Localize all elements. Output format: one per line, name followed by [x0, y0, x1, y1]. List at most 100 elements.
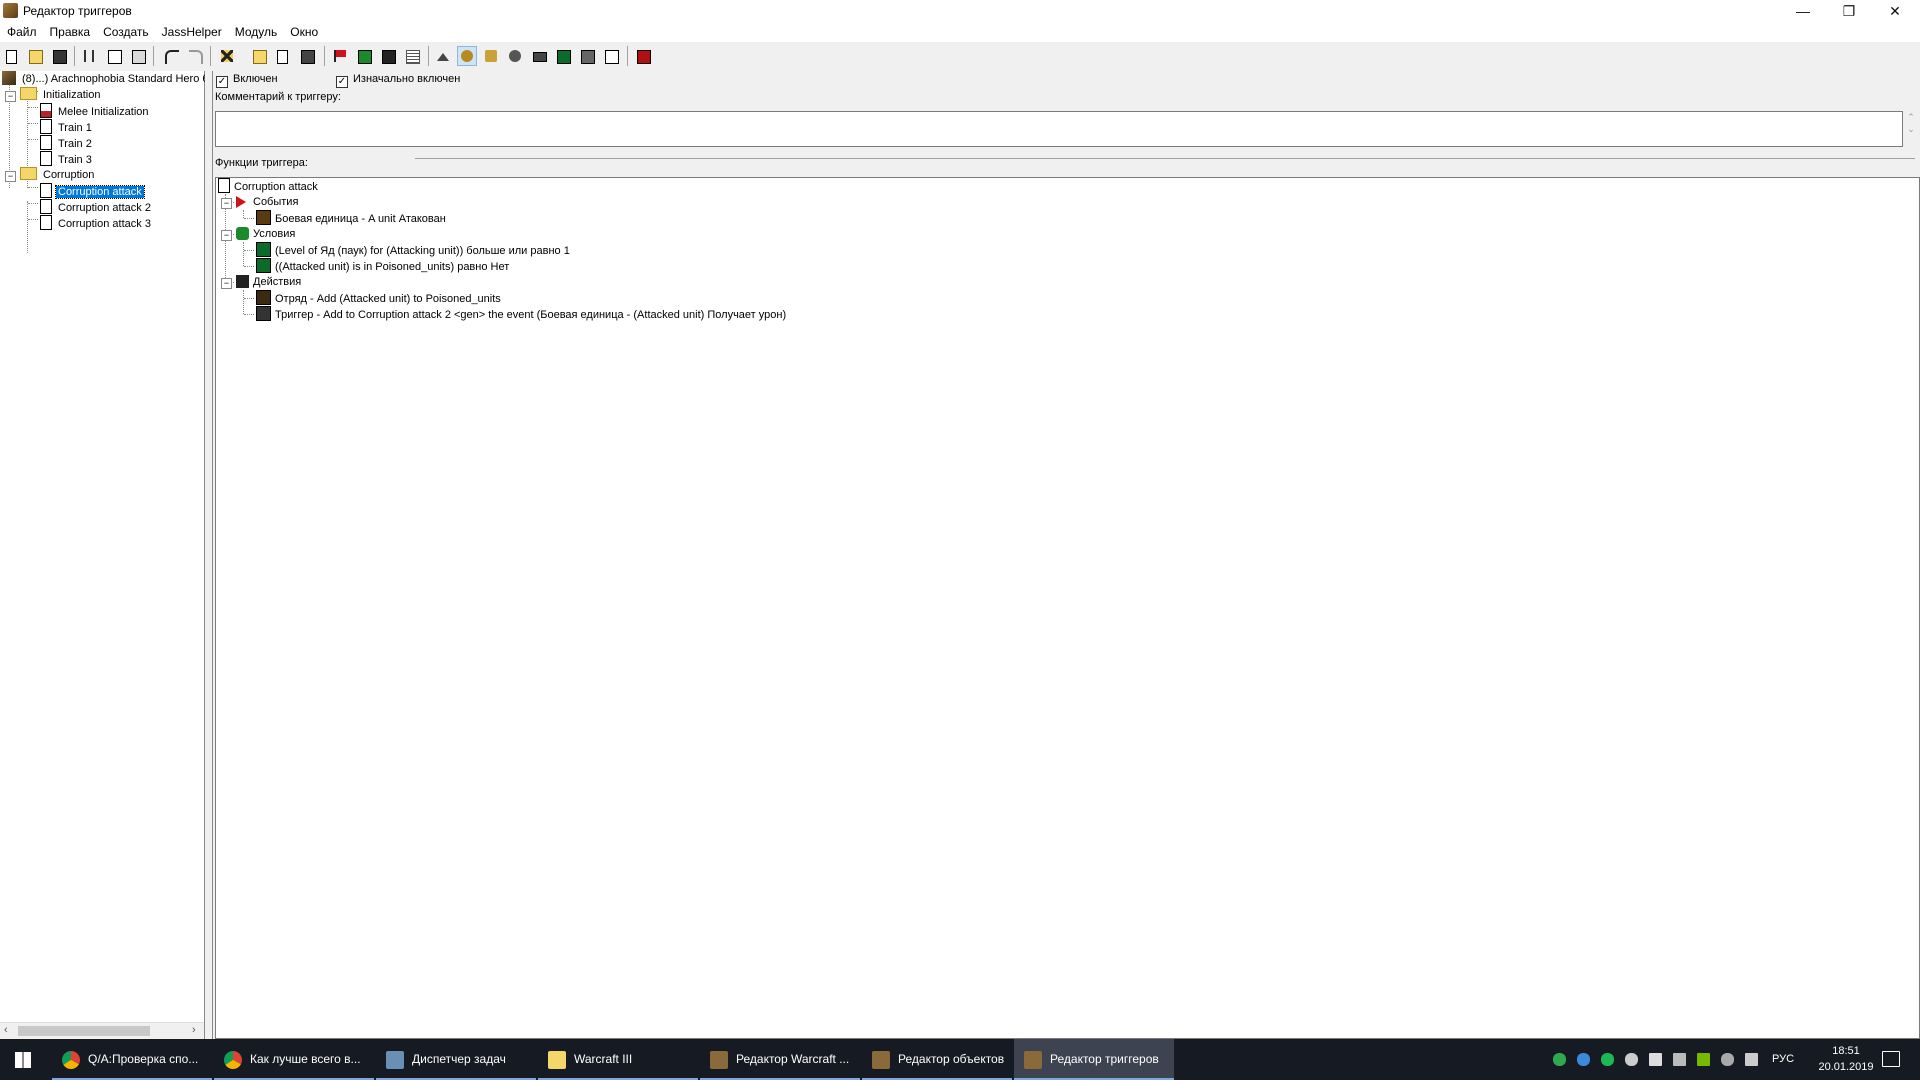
tree-item-label-selected: Corruption attack — [55, 185, 145, 199]
terrain-editor-button[interactable] — [434, 47, 452, 65]
comment-scrollbar[interactable]: ⌃ ⌄ — [1904, 111, 1918, 147]
battery-icon[interactable] — [1673, 1053, 1686, 1066]
clock-date[interactable]: 20.01.2019 — [1816, 1061, 1876, 1073]
restore-button[interactable]: ❐ — [1826, 0, 1872, 22]
tree-map-root[interactable]: (8)...) Arachnophobia Standard Hero 6 — [2, 71, 211, 87]
task-trigger-editor[interactable]: Редактор триггеров — [1014, 1039, 1174, 1080]
tree-horizontal-scrollbar[interactable]: ‹ › — [0, 1022, 204, 1039]
test-map-button[interactable] — [634, 47, 652, 65]
enabled-checkbox[interactable]: ✓ Включен — [216, 72, 278, 88]
folder-open-icon — [20, 87, 37, 100]
cut-button[interactable] — [81, 47, 99, 65]
tree-item-corruption-attack[interactable]: Corruption attack — [40, 183, 145, 199]
delete-button[interactable] — [218, 47, 236, 65]
save-button[interactable] — [50, 47, 68, 65]
clock-time[interactable]: 18:51 — [1816, 1045, 1876, 1057]
tree-category-initialization[interactable]: Initialization — [20, 87, 102, 103]
new-action-button[interactable] — [379, 47, 397, 65]
trigger-functions-tree[interactable]: Corruption attack − События Боевая едини… — [215, 177, 1920, 1039]
tray-window-icon[interactable] — [1649, 1053, 1662, 1066]
new-trigger-button[interactable] — [274, 47, 292, 65]
condition-text: ((Attacked unit) is in Poisoned_units) р… — [275, 261, 510, 273]
tray-shield-icon[interactable] — [1601, 1053, 1614, 1066]
trigger-doc-icon — [40, 119, 52, 134]
condition-row[interactable]: (Level of Яд (паук) for (Attacking unit)… — [256, 242, 570, 258]
menu-file[interactable]: Файл — [0, 22, 43, 39]
notifications-icon[interactable] — [1882, 1051, 1900, 1067]
unit-event-icon — [256, 210, 271, 225]
wifi-icon[interactable] — [1721, 1053, 1734, 1066]
condition-row[interactable]: ((Attacked unit) is in Poisoned_units) р… — [256, 258, 509, 274]
tree-item-melee-initialization[interactable]: Melee Initialization — [40, 103, 151, 119]
task-warcraft-editor[interactable]: Редактор Warcraft ... — [700, 1039, 860, 1080]
tree-category-corruption[interactable]: Corruption — [20, 167, 96, 183]
scrollbar-thumb[interactable] — [18, 1026, 150, 1036]
task-object-editor[interactable]: Редактор объектов — [862, 1039, 1012, 1080]
paste-button[interactable] — [129, 47, 147, 65]
actions-node[interactable]: Действия — [236, 274, 301, 290]
tray-app-icon[interactable] — [1553, 1053, 1566, 1066]
campaign-editor-button[interactable] — [530, 47, 548, 65]
task-chrome-howto[interactable]: Как лучше всего в... — [214, 1039, 374, 1080]
undo-button[interactable] — [162, 47, 180, 65]
initially-on-checkbox[interactable]: ✓ Изначально включен — [336, 72, 460, 88]
language-indicator[interactable]: РУС — [1772, 1053, 1794, 1065]
redo-button[interactable] — [186, 47, 204, 65]
close-button[interactable]: ✕ — [1872, 0, 1918, 22]
minimize-button[interactable]: — — [1780, 0, 1826, 22]
new-category-button[interactable] — [250, 47, 268, 65]
menu-jasshelper[interactable]: JassHelper — [155, 22, 228, 39]
tree-item-train-3[interactable]: Train 3 — [40, 151, 94, 167]
tray-chrome-icon[interactable] — [1625, 1053, 1638, 1066]
events-node[interactable]: События — [236, 194, 298, 210]
menu-window[interactable]: Окно — [283, 22, 324, 39]
checklist-button[interactable] — [403, 47, 421, 65]
collapse-actions-toggle[interactable]: − — [221, 278, 232, 289]
checkbox-check-icon: ✓ — [336, 76, 348, 88]
conditions-node[interactable]: Условия — [236, 226, 295, 242]
menu-edit[interactable]: Правка — [43, 22, 97, 39]
tree-item-corruption-attack-3[interactable]: Corruption attack 3 — [40, 215, 153, 231]
start-button[interactable] — [0, 1039, 46, 1080]
trigger-doc-icon — [40, 199, 52, 214]
menu-create[interactable]: Создать — [96, 22, 155, 39]
collapse-events-toggle[interactable]: − — [221, 198, 232, 209]
event-row[interactable]: Боевая единица - A unit Атакован — [256, 210, 446, 226]
tree-item-train-1[interactable]: Train 1 — [40, 119, 94, 135]
collapse-conditions-toggle[interactable]: − — [221, 230, 232, 241]
sound-editor-button[interactable] — [482, 47, 500, 65]
tray-app-icon[interactable] — [1577, 1053, 1590, 1066]
task-manager-icon — [386, 1051, 404, 1069]
nvidia-icon[interactable] — [1697, 1053, 1710, 1066]
task-task-manager[interactable]: Диспетчер задач — [376, 1039, 536, 1080]
new-event-button[interactable] — [331, 47, 349, 65]
new-condition-button[interactable] — [355, 47, 373, 65]
volume-icon[interactable] — [1745, 1053, 1758, 1066]
new-map-button[interactable] — [3, 47, 21, 65]
task-chrome-qa[interactable]: Q/A:Проверка спо... — [52, 1039, 212, 1080]
tree-item-train-2[interactable]: Train 2 — [40, 135, 94, 151]
new-comment-button[interactable] — [298, 47, 316, 65]
tree-item-label: Train 1 — [58, 122, 92, 134]
copy-button[interactable] — [105, 47, 123, 65]
tree-item-corruption-attack-2[interactable]: Corruption attack 2 — [40, 199, 153, 215]
import-manager-button[interactable] — [578, 47, 596, 65]
menu-module[interactable]: Модуль — [228, 22, 284, 39]
comment-textarea[interactable] — [215, 111, 1903, 147]
action-row[interactable]: Отряд - Add (Attacked unit) to Poisoned_… — [256, 290, 501, 306]
collapse-corruption-toggle[interactable]: − — [5, 171, 16, 182]
trigger-root-node[interactable]: Corruption attack — [218, 178, 318, 194]
trigger-editor-button[interactable] — [457, 46, 477, 66]
scroll-right-icon[interactable]: › — [192, 1024, 196, 1036]
ai-editor-button[interactable] — [554, 47, 572, 65]
scroll-left-icon[interactable]: ‹ — [4, 1024, 8, 1036]
collapse-initialization-toggle[interactable]: − — [5, 91, 16, 102]
task-warcraft-folder[interactable]: Warcraft III — [538, 1039, 698, 1080]
trigger-name: Corruption attack — [234, 181, 318, 193]
object-editor-button[interactable] — [506, 47, 524, 65]
open-button[interactable] — [26, 47, 44, 65]
action-row[interactable]: Триггер - Add to Corruption attack 2 <ge… — [256, 306, 786, 322]
panel-splitter[interactable] — [205, 71, 213, 1039]
taskbar: Q/A:Проверка спо... Как лучше всего в...… — [0, 1039, 1920, 1080]
script-button[interactable] — [602, 47, 620, 65]
